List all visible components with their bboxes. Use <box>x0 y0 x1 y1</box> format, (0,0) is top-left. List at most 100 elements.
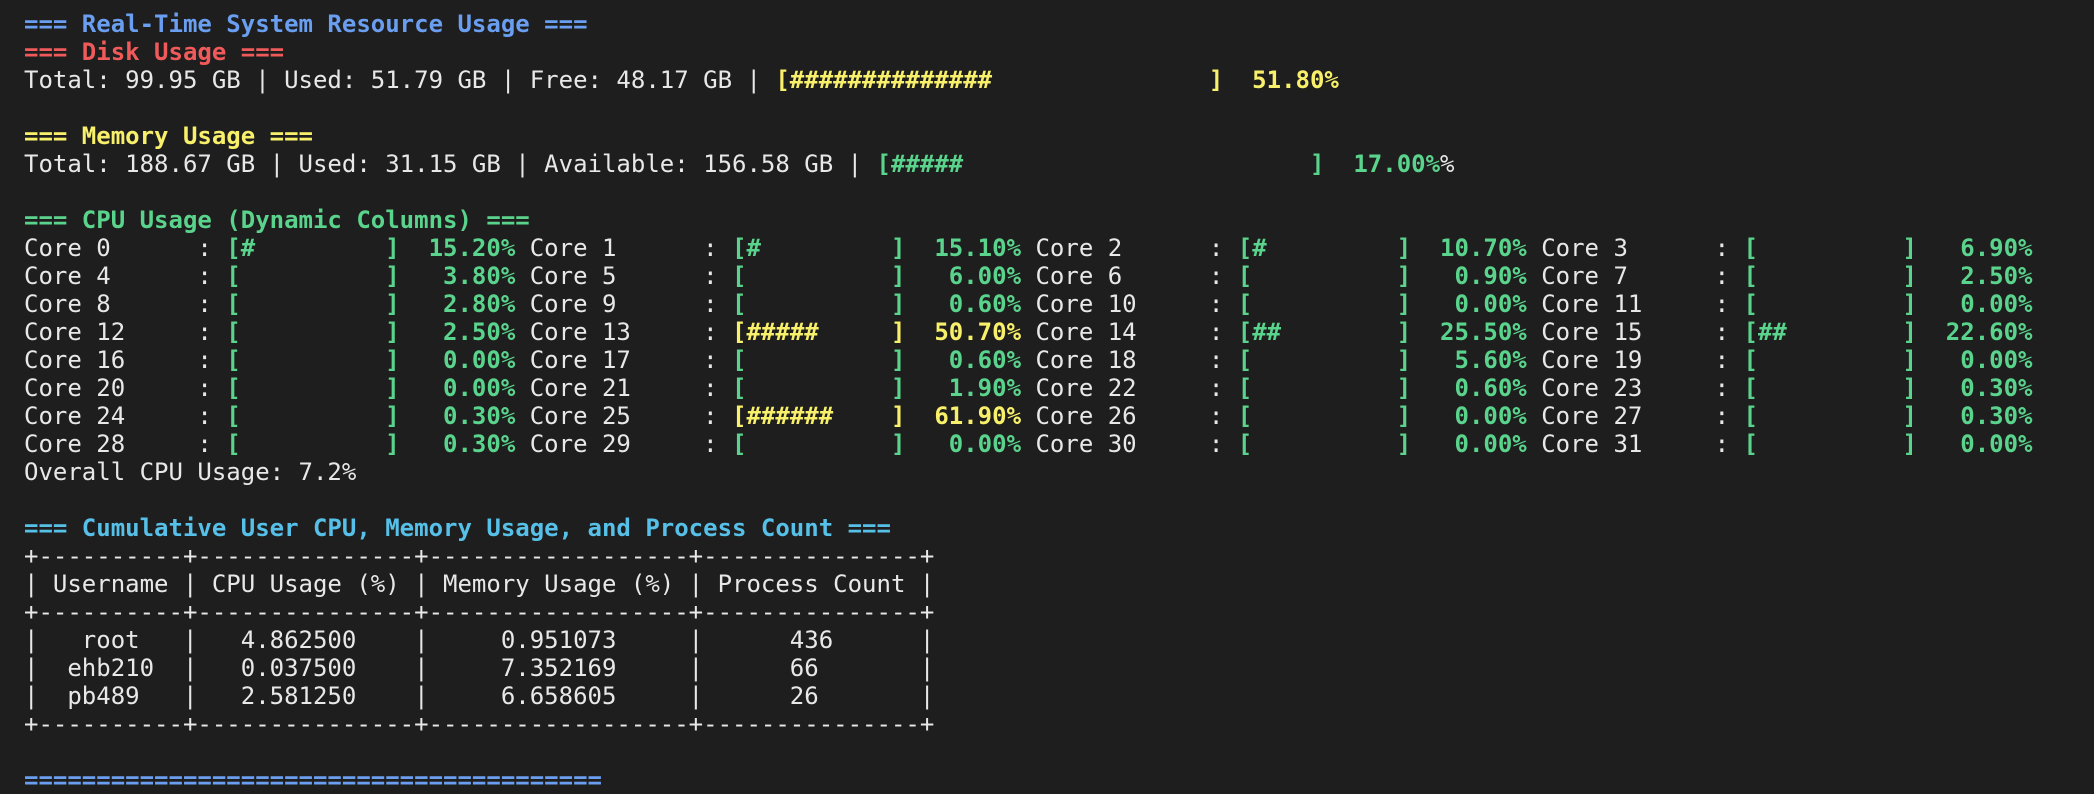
text-segment: Core 26 : <box>1035 402 1238 430</box>
text-segment: [ ] 0.00% <box>1743 430 2033 458</box>
text-segment: Core 17 : <box>529 346 733 374</box>
text-segment: Core 4 : <box>24 262 227 290</box>
terminal-line: Total: 99.95 GB | Used: 51.79 GB | Free:… <box>24 66 2032 94</box>
text-segment: Core 1 : <box>529 234 733 262</box>
terminal-line: Core 12 : [ ] 2.50% Core 13 : [##### ] 5… <box>24 318 2032 346</box>
terminal-line: | ehb210 | 0.037500 | 7.352169 | 66 | <box>24 654 2032 682</box>
text-segment: [ ] 0.00% <box>732 430 1022 458</box>
text-segment <box>1527 346 1541 374</box>
text-segment: Total: 99.95 GB | Used: 51.79 GB | Free:… <box>24 66 776 94</box>
text-segment: | root | 4.862500 | 0.951073 | 436 | <box>24 626 935 654</box>
terminal-line: +----------+---------------+------------… <box>24 710 2032 738</box>
text-segment: Core 0 : <box>24 234 227 262</box>
terminal-line: ======================================== <box>24 766 2032 794</box>
terminal-line: Core 28 : [ ] 0.30% Core 29 : [ ] 0.00% … <box>24 430 2032 458</box>
text-segment: [ ] 0.00% <box>1237 430 1527 458</box>
text-segment: Core 2 : <box>1035 234 1238 262</box>
text-segment <box>515 318 529 346</box>
text-segment: ======================================== <box>24 766 602 794</box>
text-segment: [############## ] 51.80% <box>775 66 1339 94</box>
text-segment: [ ] 0.60% <box>1237 374 1527 402</box>
terminal-line: Core 20 : [ ] 0.00% Core 21 : [ ] 1.90% … <box>24 374 2032 402</box>
text-segment: Core 18 : <box>1035 346 1238 374</box>
text-segment: +----------+---------------+------------… <box>24 598 935 626</box>
text-segment: Core 20 : <box>24 374 227 402</box>
text-segment: Core 14 : <box>1035 318 1238 346</box>
text-segment: [ ] 3.80% <box>226 262 516 290</box>
terminal-line: === CPU Usage (Dynamic Columns) === <box>24 206 2032 234</box>
text-segment: [ ] 1.90% <box>732 374 1022 402</box>
text-segment: [# ] 15.20% <box>226 234 516 262</box>
text-segment: Core 30 : <box>1035 430 1238 458</box>
text-segment <box>1527 402 1541 430</box>
text-segment: +----------+---------------+------------… <box>24 710 935 738</box>
text-segment: Core 25 : <box>529 402 733 430</box>
terminal-line: | root | 4.862500 | 0.951073 | 436 | <box>24 626 2032 654</box>
text-segment: Core 11 : <box>1541 290 1744 318</box>
text-segment <box>1021 402 1035 430</box>
text-segment: [# ] 15.10% <box>732 234 1022 262</box>
text-segment: Core 27 : <box>1541 402 1744 430</box>
text-segment: | pb489 | 2.581250 | 6.658605 | 26 | <box>24 682 935 710</box>
text-segment: Core 23 : <box>1541 374 1744 402</box>
text-segment: === CPU Usage (Dynamic Columns) === <box>24 206 530 234</box>
text-segment <box>1527 262 1541 290</box>
text-segment: [ ] 6.90% <box>1743 234 2033 262</box>
text-segment: [ ] 5.60% <box>1237 346 1527 374</box>
text-segment: [ ] 0.30% <box>226 402 516 430</box>
text-segment <box>1021 262 1035 290</box>
terminal-line: Core 0 : [# ] 15.20% Core 1 : [# ] 15.10… <box>24 234 2032 262</box>
terminal-line: Core 24 : [ ] 0.30% Core 25 : [###### ] … <box>24 402 2032 430</box>
text-segment: Core 15 : <box>1541 318 1744 346</box>
text-segment <box>515 430 529 458</box>
text-segment: [###### ] 61.90% <box>732 402 1022 430</box>
terminal-line: +----------+---------------+------------… <box>24 542 2032 570</box>
text-segment <box>1527 430 1541 458</box>
text-segment <box>1527 290 1541 318</box>
text-segment: | Username | CPU Usage (%) | Memory Usag… <box>24 570 935 598</box>
text-segment: Core 21 : <box>529 374 733 402</box>
terminal-line: Core 16 : [ ] 0.00% Core 17 : [ ] 0.60% … <box>24 346 2032 374</box>
text-segment: [ ] 0.00% <box>1237 290 1527 318</box>
text-segment <box>515 402 529 430</box>
text-segment: [ ] 6.00% <box>732 262 1022 290</box>
text-segment: % <box>1440 150 1455 178</box>
text-segment: [##### ] 17.00% <box>876 150 1441 178</box>
terminal-line: === Cumulative User CPU, Memory Usage, a… <box>24 514 2032 542</box>
text-segment: === Cumulative User CPU, Memory Usage, a… <box>24 514 891 542</box>
terminal-line: === Memory Usage === <box>24 122 2032 150</box>
text-segment <box>1527 234 1541 262</box>
terminal-line: Core 8 : [ ] 2.80% Core 9 : [ ] 0.60% Co… <box>24 290 2032 318</box>
text-segment <box>515 234 529 262</box>
text-segment: [ ] 0.30% <box>1743 402 2033 430</box>
text-segment: [##### ] 50.70% <box>732 318 1022 346</box>
terminal-line: | Username | CPU Usage (%) | Memory Usag… <box>24 570 2032 598</box>
text-segment: Core 24 : <box>24 402 227 430</box>
text-segment <box>1021 374 1035 402</box>
text-segment: [ ] 0.00% <box>226 374 516 402</box>
text-segment: Core 29 : <box>529 430 733 458</box>
terminal-line: === Disk Usage === <box>24 38 2032 66</box>
text-segment: Core 6 : <box>1035 262 1238 290</box>
text-segment: [ ] 0.90% <box>1237 262 1527 290</box>
text-segment <box>515 374 529 402</box>
text-segment: [ ] 0.00% <box>1237 402 1527 430</box>
text-segment: Core 5 : <box>529 262 733 290</box>
text-segment: === Memory Usage === <box>24 122 313 150</box>
text-segment: Total: 188.67 GB | Used: 31.15 GB | Avai… <box>24 150 877 178</box>
text-segment <box>515 346 529 374</box>
text-segment: +----------+---------------+------------… <box>24 542 935 570</box>
text-segment: [ ] 0.00% <box>1743 346 2033 374</box>
text-segment: [ ] 0.00% <box>1743 290 2033 318</box>
text-segment: Core 16 : <box>24 346 227 374</box>
text-segment: [# ] 10.70% <box>1237 234 1527 262</box>
text-segment: [ ] 0.60% <box>732 290 1022 318</box>
text-segment: Core 19 : <box>1541 346 1744 374</box>
text-segment: Core 9 : <box>529 290 733 318</box>
terminal-line: | pb489 | 2.581250 | 6.658605 | 26 | <box>24 682 2032 710</box>
text-segment: Core 3 : <box>1541 234 1744 262</box>
